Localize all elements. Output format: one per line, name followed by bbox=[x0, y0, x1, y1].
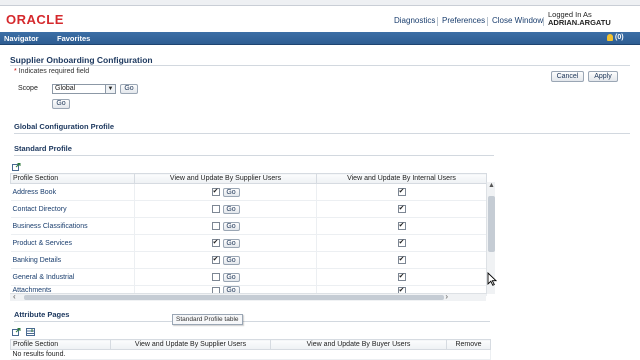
preferences-link[interactable]: Preferences bbox=[442, 16, 485, 25]
column-header-profile-section[interactable]: Profile Section bbox=[10, 173, 135, 184]
scroll-right-icon[interactable]: › bbox=[445, 292, 448, 301]
profile-section-name: Product & Services bbox=[10, 234, 135, 252]
internal-users-checkbox[interactable]: ✔ bbox=[397, 239, 406, 247]
profile-section-name: Address Book bbox=[10, 183, 135, 201]
attribute-pages-header: Attribute Pages bbox=[14, 310, 70, 319]
table-row: Business Classifications Go ✔ bbox=[10, 217, 487, 235]
empty-results-text: No results found. bbox=[10, 349, 491, 360]
table-row: Product & Services ✔ Go ✔ bbox=[10, 234, 487, 252]
internal-users-checkbox[interactable]: ✔ bbox=[397, 222, 406, 230]
header-divider bbox=[487, 17, 488, 26]
row-go-button[interactable]: Go bbox=[222, 221, 240, 231]
row-go-button[interactable]: Go bbox=[222, 255, 240, 265]
required-note-text: Indicates required field bbox=[18, 68, 90, 75]
internal-users-checkbox[interactable]: ✔ bbox=[397, 188, 406, 196]
horizontal-scrollbar[interactable]: ‹ › bbox=[10, 292, 486, 301]
supplier-users-checkbox[interactable] bbox=[211, 273, 220, 281]
internal-users-cell: ✔ bbox=[316, 234, 487, 252]
attribute-pages-table: Profile Section View and Update By Suppl… bbox=[10, 339, 491, 360]
favorites-menu[interactable]: Favorites bbox=[57, 34, 90, 43]
required-field-note: * Indicates required field bbox=[14, 68, 89, 75]
required-star: * bbox=[14, 68, 17, 75]
go-button[interactable]: Go bbox=[52, 99, 70, 109]
scope-select[interactable]: Global ▼ bbox=[52, 84, 116, 94]
internal-users-cell: ✔ bbox=[316, 183, 487, 201]
global-profile-header: Global Configuration Profile bbox=[14, 122, 114, 131]
column-header-internal-users[interactable]: View and Update By Internal Users bbox=[316, 173, 487, 184]
global-navbar: Navigator Favorites (0) bbox=[0, 32, 640, 45]
header-divider bbox=[437, 17, 438, 26]
internal-users-cell: ✔ bbox=[316, 268, 487, 286]
supplier-users-checkbox[interactable] bbox=[211, 222, 220, 230]
apply-button[interactable]: Apply bbox=[588, 71, 618, 82]
standard-profile-table: Profile Section View and Update By Suppl… bbox=[10, 173, 487, 296]
oracle-logo: ORACLE bbox=[6, 12, 64, 27]
table-row: Banking Details ✔ Go ✔ bbox=[10, 251, 487, 269]
login-info: Logged In As ADRIAN.ARGATU bbox=[548, 11, 611, 27]
supplier-users-checkbox[interactable]: ✔ bbox=[211, 239, 220, 247]
section-divider bbox=[14, 133, 630, 134]
profile-section-name: Contact Directory bbox=[10, 200, 135, 218]
table-row: General & Industrial Go ✔ bbox=[10, 268, 487, 286]
supplier-users-checkbox[interactable]: ✔ bbox=[211, 256, 220, 264]
diagnostics-link[interactable]: Diagnostics bbox=[394, 16, 435, 25]
page-title: Supplier Onboarding Configuration bbox=[10, 55, 153, 65]
mouse-cursor-icon bbox=[487, 271, 498, 288]
export-icon[interactable] bbox=[12, 328, 21, 336]
scrollbar-thumb[interactable] bbox=[488, 196, 495, 252]
navigator-menu[interactable]: Navigator bbox=[4, 34, 39, 43]
column-header-supplier-users[interactable]: View and Update By Supplier Users bbox=[110, 339, 271, 350]
header-divider bbox=[543, 17, 544, 26]
column-header-supplier-users[interactable]: View and Update By Supplier Users bbox=[134, 173, 317, 184]
bell-icon[interactable] bbox=[607, 34, 613, 41]
standard-profile-header: Standard Profile bbox=[14, 144, 72, 153]
add-row-icon[interactable] bbox=[26, 328, 35, 336]
profile-section-name: Business Classifications bbox=[10, 217, 135, 235]
scroll-up-icon[interactable]: ▲ bbox=[487, 182, 496, 189]
supplier-users-cell: ✔ Go bbox=[134, 251, 317, 269]
app-header: ORACLE Diagnostics Preferences Close Win… bbox=[0, 6, 640, 32]
internal-users-checkbox[interactable]: ✔ bbox=[397, 256, 406, 264]
table-row: Contact Directory Go ✔ bbox=[10, 200, 487, 218]
supplier-users-checkbox[interactable] bbox=[211, 205, 220, 213]
scroll-left-icon[interactable]: ‹ bbox=[13, 292, 16, 301]
row-go-button[interactable]: Go bbox=[222, 238, 240, 248]
internal-users-cell: ✔ bbox=[316, 251, 487, 269]
column-header-buyer-users[interactable]: View and Update By Buyer Users bbox=[270, 339, 447, 350]
scrollbar-thumb[interactable] bbox=[24, 295, 444, 300]
cancel-button[interactable]: Cancel bbox=[551, 71, 584, 82]
row-go-button[interactable]: Go bbox=[222, 187, 240, 197]
section-divider bbox=[14, 155, 494, 156]
internal-users-cell: ✔ bbox=[316, 217, 487, 235]
profile-section-name: General & Industrial bbox=[10, 268, 135, 286]
supplier-users-cell: Go bbox=[134, 268, 317, 286]
chevron-down-icon[interactable]: ▼ bbox=[105, 85, 115, 93]
row-go-button[interactable]: Go bbox=[222, 204, 240, 214]
user-name: ADRIAN.ARGATU bbox=[548, 18, 611, 27]
table-row: Address Book ✔ Go ✔ bbox=[10, 183, 487, 201]
internal-users-cell: ✔ bbox=[316, 200, 487, 218]
internal-users-checkbox[interactable]: ✔ bbox=[397, 273, 406, 281]
table-tooltip: Standard Profile table bbox=[172, 314, 243, 325]
row-go-button[interactable]: Go bbox=[222, 272, 240, 282]
scope-go-button[interactable]: Go bbox=[120, 84, 138, 94]
scope-label: Scope bbox=[18, 85, 38, 92]
section-divider bbox=[14, 321, 490, 322]
close-window-link[interactable]: Close Window bbox=[492, 16, 543, 25]
profile-section-name: Banking Details bbox=[10, 251, 135, 269]
supplier-users-cell: Go bbox=[134, 217, 317, 235]
notification-count[interactable]: (0) bbox=[615, 34, 624, 41]
supplier-users-checkbox[interactable]: ✔ bbox=[211, 188, 220, 196]
scope-value: Global bbox=[55, 85, 76, 92]
internal-users-checkbox[interactable]: ✔ bbox=[397, 205, 406, 213]
supplier-users-cell: Go bbox=[134, 200, 317, 218]
export-icon[interactable] bbox=[12, 163, 21, 171]
title-divider bbox=[10, 65, 630, 66]
supplier-users-cell: ✔ Go bbox=[134, 183, 317, 201]
column-header-profile-section[interactable]: Profile Section bbox=[10, 339, 111, 350]
supplier-users-cell: ✔ Go bbox=[134, 234, 317, 252]
column-header-remove[interactable]: Remove bbox=[446, 339, 491, 350]
